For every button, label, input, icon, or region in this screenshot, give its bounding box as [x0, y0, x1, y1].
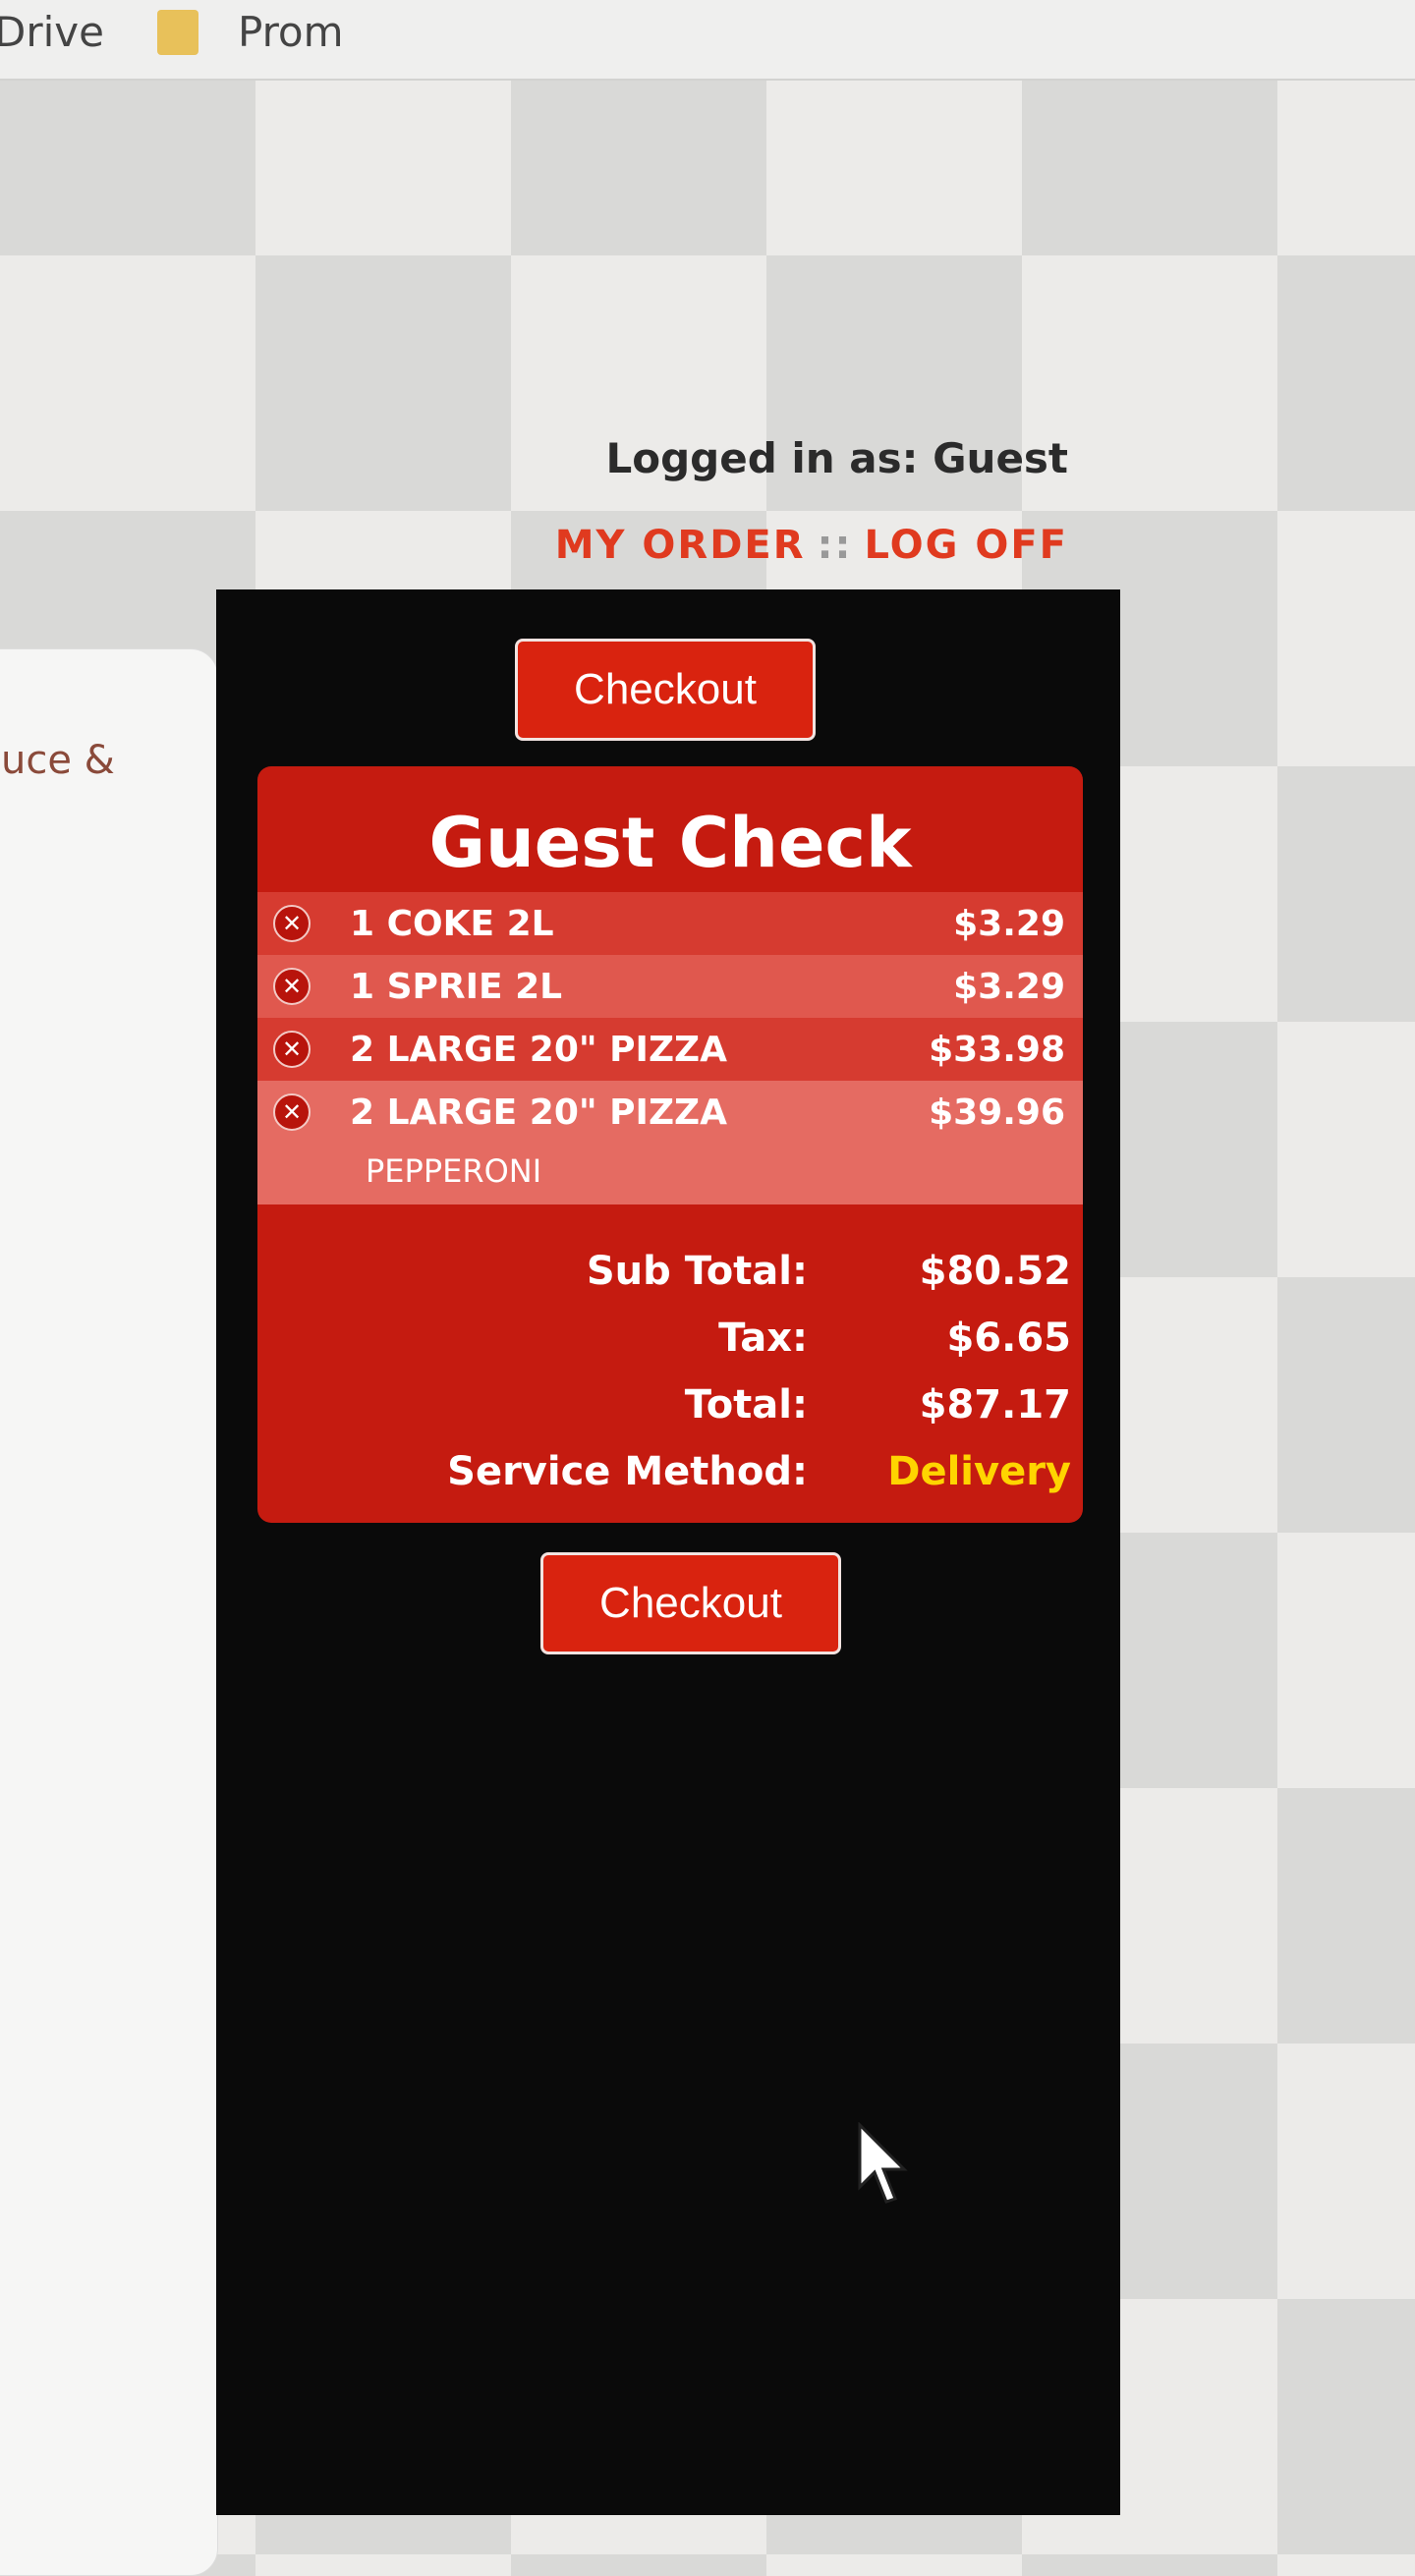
tax-row: Tax: $6.65	[257, 1305, 1083, 1372]
service-method-label: Service Method:	[447, 1449, 808, 1494]
checkout-button-bottom[interactable]: Checkout	[540, 1552, 841, 1654]
guest-check-title: Guest Check	[428, 803, 912, 883]
subtotal-value: $80.52	[919, 1249, 1071, 1294]
bookmark-drive[interactable]: Drive	[0, 8, 104, 56]
remove-x-icon[interactable]: ✕	[273, 1093, 311, 1131]
tax-label: Tax:	[718, 1316, 808, 1361]
top-links: MY ORDER:: LOG OFF	[555, 523, 1068, 568]
order-item-price: $3.29	[953, 966, 1065, 1007]
login-status: Logged in as: Guest	[605, 434, 1068, 482]
order-item-name: 1 COKE 2L	[350, 903, 554, 944]
my-order-link[interactable]: MY ORDER	[555, 523, 806, 568]
bookmarks-bar: Drive Prom	[0, 0, 1415, 81]
bookmark-prom[interactable]: Prom	[157, 8, 344, 56]
tax-value: $6.65	[946, 1316, 1071, 1361]
order-item-price: $33.98	[929, 1029, 1065, 1070]
checkout-button-top[interactable]: Checkout	[515, 639, 816, 741]
guest-check: Guest Check ✕ 1 COKE 2L $3.29 ✕ 1 SPRIE …	[257, 766, 1083, 1523]
order-sidebar: Checkout Guest Check ✕ 1 COKE 2L $3.29 ✕…	[216, 589, 1120, 2515]
total-value: $87.17	[919, 1382, 1071, 1428]
order-item-name: 2 LARGE 20" PIZZA	[350, 1029, 728, 1070]
order-totals: Sub Total: $80.52 Tax: $6.65 Total: $87.…	[257, 1238, 1083, 1505]
order-item-price: $3.29	[953, 903, 1065, 944]
order-item-price: $39.96	[929, 1092, 1065, 1133]
order-item-name: 2 LARGE 20" PIZZA	[350, 1092, 728, 1133]
remove-x-icon[interactable]: ✕	[273, 968, 311, 1005]
menu-content-panel: uce &	[0, 648, 218, 2576]
order-item: ✕ 1 COKE 2L $3.29	[257, 892, 1083, 955]
mouse-pointer-icon	[858, 2122, 908, 2204]
log-off-link[interactable]: LOG OFF	[865, 523, 1068, 568]
order-item-name: 1 SPRIE 2L	[350, 966, 563, 1007]
order-item: ✕ 1 SPRIE 2L $3.29	[257, 955, 1083, 1018]
order-item: ✕ 2 LARGE 20" PIZZA $33.98	[257, 1018, 1083, 1081]
bookmark-prom-label: Prom	[238, 8, 344, 56]
subtotal-label: Sub Total:	[586, 1249, 808, 1294]
service-method-value[interactable]: Delivery	[808, 1449, 1083, 1494]
total-row: Total: $87.17	[257, 1372, 1083, 1438]
remove-x-icon[interactable]: ✕	[273, 905, 311, 942]
link-separator: ::	[817, 523, 853, 568]
remove-x-icon[interactable]: ✕	[273, 1031, 311, 1068]
subtotal-row: Sub Total: $80.52	[257, 1238, 1083, 1305]
order-item: ✕ 2 LARGE 20" PIZZA $39.96	[257, 1081, 1083, 1144]
total-label: Total:	[684, 1382, 808, 1428]
order-item-detail: PEPPERONI	[257, 1144, 1083, 1204]
service-method-row: Service Method: Delivery	[257, 1438, 1083, 1505]
folder-icon	[157, 9, 198, 55]
menu-item-partial-text: uce &	[1, 738, 115, 783]
